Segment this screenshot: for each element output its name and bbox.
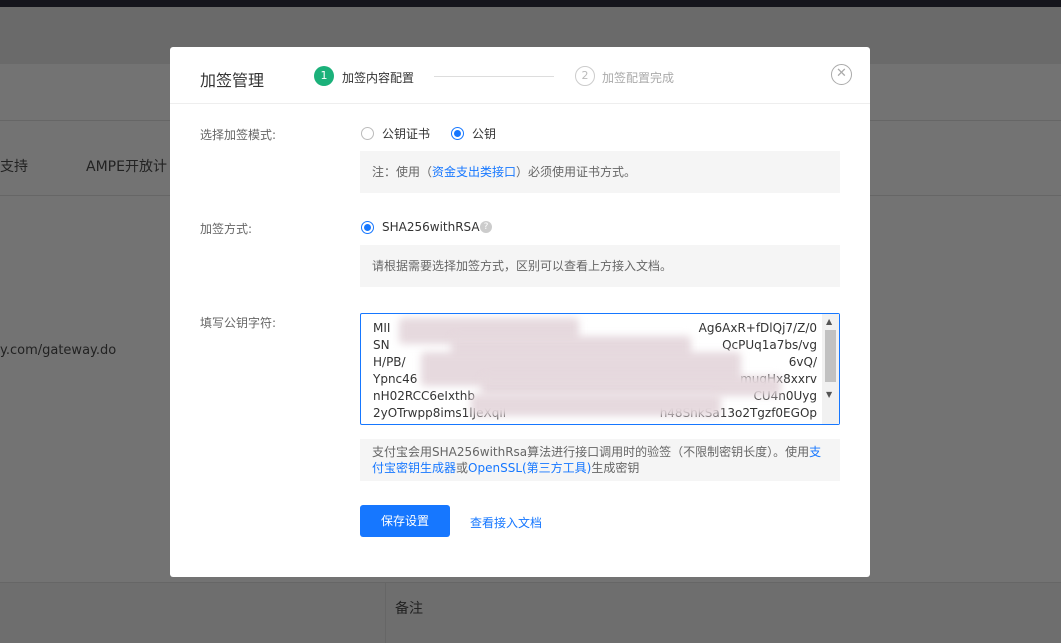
view-docs-link[interactable]: 查看接入文档 bbox=[470, 514, 542, 531]
radio-cert-mode-label[interactable]: 公钥证书 bbox=[382, 125, 430, 142]
radio-cert-mode[interactable] bbox=[361, 127, 374, 140]
radio-public-key-mode-label[interactable]: 公钥 bbox=[472, 125, 496, 142]
background-tab-ampe: AMPE开放计 bbox=[86, 159, 167, 175]
key-line-head: SN bbox=[373, 338, 390, 352]
method-label: 加签方式: bbox=[200, 222, 253, 236]
background-tab-partial: 支持 bbox=[0, 159, 28, 175]
key-line-tail: 6vQ/ bbox=[788, 355, 817, 369]
key-line-head: nH02RCC6eIxthb bbox=[373, 389, 475, 403]
mode-note-suffix: ）必须使用证书方式。 bbox=[516, 165, 637, 179]
public-key-label: 填写公钥字符: bbox=[200, 316, 277, 330]
step-connector bbox=[434, 76, 554, 77]
step-2-indicator: 2 bbox=[575, 66, 595, 86]
radio-sha256withrsa-label[interactable]: SHA256withRSA bbox=[382, 220, 480, 234]
background-column-remark: 备注 bbox=[395, 601, 423, 617]
close-icon[interactable]: ✕ bbox=[831, 64, 852, 85]
public-key-textarea[interactable]: MII Ag6AxR+fDlQj7/Z/0 SN QcPUq1a7bs/vg H/P… bbox=[360, 313, 840, 425]
step-1-label: 加签内容配置 bbox=[342, 71, 415, 85]
signing-management-modal: 加签管理 1 加签内容配置 2 加签配置完成 ✕ 选择加签模式: 公钥证书 公钥… bbox=[170, 47, 870, 577]
mode-note-prefix: 注：使用（ bbox=[372, 165, 433, 179]
fund-payout-api-link[interactable]: 资金支出类接口 bbox=[432, 165, 516, 179]
background-table-divider bbox=[385, 582, 386, 643]
help-mid: 或 bbox=[456, 461, 469, 475]
background-gateway-url: y.com/gateway.do bbox=[0, 343, 117, 358]
background-table-header bbox=[0, 582, 1061, 643]
step-2-label: 加签配置完成 bbox=[602, 71, 675, 85]
mode-note: 注：使用（资金支出类接口）必须使用证书方式。 bbox=[360, 151, 840, 193]
redaction-mask bbox=[481, 376, 781, 396]
question-circle-icon[interactable]: ? bbox=[480, 221, 492, 233]
top-navbar bbox=[0, 0, 1061, 7]
public-key-help: 支付宝会用SHA256withRsa算法进行接口调用时的验签（不限制密钥长度）。… bbox=[360, 439, 840, 481]
scroll-thumb[interactable] bbox=[825, 330, 836, 382]
scroll-up-arrow-icon[interactable]: ▲ bbox=[826, 317, 832, 326]
help-suffix: 生成密钥 bbox=[591, 461, 640, 475]
method-note: 请根据需要选择加签方式，区别可以查看上方接入文档。 bbox=[360, 245, 840, 287]
mode-label: 选择加签模式: bbox=[200, 128, 277, 142]
modal-title: 加签管理 bbox=[200, 71, 265, 90]
key-line-head: MII bbox=[373, 321, 391, 335]
step-1-indicator: 1 bbox=[314, 66, 334, 86]
key-line-head: Pp bbox=[373, 423, 388, 424]
textarea-scrollbar[interactable]: ▲ ▼ bbox=[822, 314, 839, 424]
help-prefix: 支付宝会用SHA256withRsa算法进行接口调用时的验签（不限制密钥长度）。… bbox=[372, 445, 810, 459]
scroll-down-arrow-icon[interactable]: ▼ bbox=[826, 390, 832, 399]
key-line-tail: Ag6AxR+fDlQj7/Z/0 bbox=[698, 321, 817, 335]
redaction-mask bbox=[471, 394, 721, 416]
key-line-head: Ypnc46 bbox=[373, 372, 418, 386]
key-line-head: H/PB/ bbox=[373, 355, 406, 369]
save-settings-button[interactable]: 保存设置 bbox=[360, 505, 450, 537]
modal-header: 加签管理 1 加签内容配置 2 加签配置完成 ✕ bbox=[170, 47, 870, 104]
radio-sha256withrsa[interactable] bbox=[361, 221, 374, 234]
radio-public-key-mode[interactable] bbox=[451, 127, 464, 140]
openssl-link[interactable]: OpenSSL(第三方工具) bbox=[468, 461, 591, 475]
